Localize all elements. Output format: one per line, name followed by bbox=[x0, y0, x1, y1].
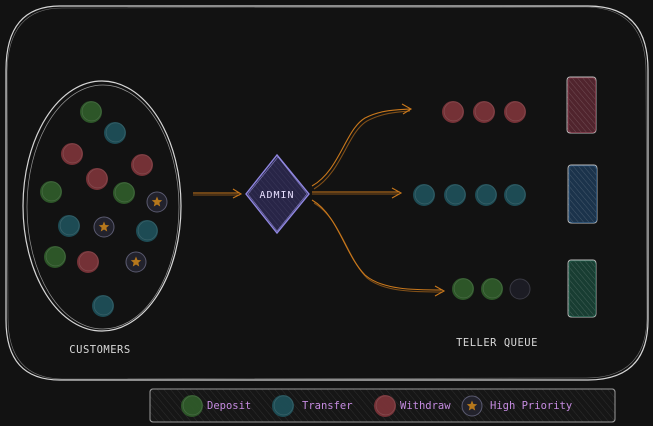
outer-frame-sketch bbox=[6, 6, 648, 380]
customer-transfer bbox=[92, 295, 114, 317]
customer-priority bbox=[93, 216, 115, 238]
queue-item-deposit bbox=[481, 278, 503, 300]
bank-queue-diagram: CUSTOMERS ADMIN TELLER QUEUE Deposit Tran… bbox=[5, 5, 649, 423]
arrow-admin-to-withdraw-queue bbox=[311, 103, 413, 190]
teller-deposit bbox=[567, 259, 597, 318]
customers-label: CUSTOMERS bbox=[69, 344, 130, 356]
legend-label: Deposit bbox=[207, 400, 251, 412]
teller-transfer bbox=[567, 164, 598, 224]
queue-item-transfer bbox=[475, 184, 497, 206]
queue-item-withdraw bbox=[504, 101, 526, 123]
legend-swatch-priority bbox=[461, 395, 483, 417]
admin-node: ADMIN bbox=[245, 153, 310, 235]
queues-group bbox=[413, 76, 598, 318]
customer-deposit bbox=[113, 182, 135, 204]
queue-transfer bbox=[413, 164, 598, 224]
legend-label: Transfer bbox=[302, 400, 353, 412]
queue-item-transfer bbox=[413, 184, 435, 206]
customer-deposit bbox=[44, 246, 66, 268]
legend-swatch-withdraw bbox=[374, 395, 396, 417]
queue-withdraw bbox=[442, 76, 597, 134]
queue-deposit bbox=[452, 259, 597, 318]
customer-withdraw bbox=[77, 251, 99, 273]
customer-transfer bbox=[136, 220, 158, 242]
legend-label: Withdraw bbox=[400, 400, 451, 412]
queue-item-empty bbox=[509, 278, 531, 300]
arrow-customers-to-admin bbox=[193, 188, 243, 199]
arrow-admin-to-transfer-queue bbox=[312, 187, 403, 199]
customer-transfer bbox=[104, 122, 126, 144]
customer-deposit bbox=[40, 181, 62, 203]
outer-frame bbox=[5, 5, 649, 381]
queue-item-transfer bbox=[504, 184, 526, 206]
customer-transfer bbox=[58, 215, 80, 237]
customer-deposit bbox=[80, 101, 102, 123]
customer-priority bbox=[125, 251, 147, 273]
customers-group bbox=[40, 101, 168, 317]
queue-item-withdraw bbox=[473, 101, 495, 123]
queue-item-withdraw bbox=[442, 101, 464, 123]
legend-label: High Priority bbox=[490, 400, 572, 412]
legend: Deposit Transfer Withdraw High Priority bbox=[149, 388, 616, 423]
admin-label: ADMIN bbox=[259, 190, 294, 201]
arrow-admin-to-deposit-queue bbox=[311, 199, 446, 297]
customer-priority bbox=[146, 191, 168, 213]
customer-withdraw bbox=[61, 143, 83, 165]
queue-item-transfer bbox=[444, 184, 466, 206]
customer-withdraw bbox=[131, 154, 153, 176]
customer-withdraw bbox=[86, 168, 108, 190]
teller-queue-label: TELLER QUEUE bbox=[456, 337, 538, 349]
legend-swatch-deposit bbox=[181, 395, 203, 417]
legend-swatch-transfer bbox=[272, 395, 294, 417]
queue-item-deposit bbox=[452, 278, 474, 300]
teller-withdraw bbox=[566, 76, 597, 134]
